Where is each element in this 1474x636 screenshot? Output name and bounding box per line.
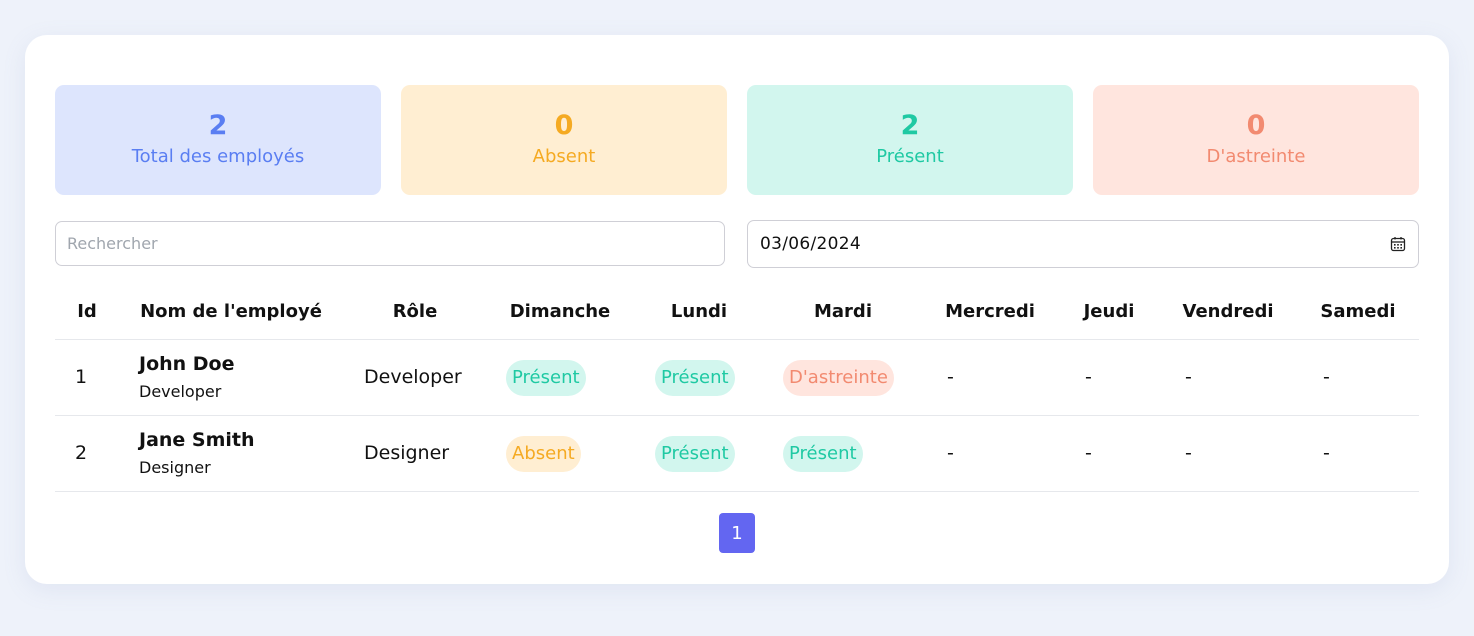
header-role: Rôle <box>392 301 438 322</box>
employee-name: Jane Smith <box>139 429 255 451</box>
attendance-card: 2 Total des employés 0 Absent 2 Présent … <box>25 35 1449 584</box>
stat-label: Absent <box>532 146 596 167</box>
header-wednesday: Mercredi <box>945 301 1035 322</box>
cell-day: - <box>1085 366 1092 388</box>
row-divider <box>55 491 1419 492</box>
cell-day: - <box>1185 442 1192 464</box>
search-input[interactable] <box>55 221 725 266</box>
cell-day: - <box>947 442 954 464</box>
status-badge: Présent <box>783 436 863 472</box>
stat-value: 2 <box>208 110 228 141</box>
stats-row: 2 Total des employés 0 Absent 2 Présent … <box>55 85 1419 195</box>
date-value: 03/06/2024 <box>760 234 861 254</box>
employee-subtitle: Designer <box>139 458 211 477</box>
header-thursday: Jeudi <box>1083 301 1135 322</box>
cell-role: Designer <box>364 442 450 464</box>
header-name: Nom de l'employé <box>140 301 322 322</box>
date-picker[interactable]: 03/06/2024 <box>747 220 1419 268</box>
header-friday: Vendredi <box>1182 301 1274 322</box>
status-badge: Présent <box>506 360 586 396</box>
row-divider <box>55 415 1419 416</box>
row-divider <box>55 339 1419 340</box>
stat-absent: 0 Absent <box>401 85 727 195</box>
stat-label: Total des employés <box>131 146 305 167</box>
status-badge: Présent <box>655 360 735 396</box>
cell-role: Developer <box>364 366 462 388</box>
employee-name: John Doe <box>139 353 235 375</box>
stat-present: 2 Présent <box>747 85 1073 195</box>
cell-id: 1 <box>75 366 88 388</box>
calendar-icon[interactable] <box>1390 236 1406 252</box>
stat-value: 2 <box>900 110 920 141</box>
employee-subtitle: Developer <box>139 382 222 401</box>
cell-day: - <box>947 366 954 388</box>
stat-value: 0 <box>554 110 574 141</box>
status-badge: D'astreinte <box>783 360 894 396</box>
header-id: Id <box>77 301 97 322</box>
cell-day: - <box>1323 366 1330 388</box>
stat-total-employees: 2 Total des employés <box>55 85 381 195</box>
header-sunday: Dimanche <box>509 301 611 322</box>
page-button-1[interactable]: 1 <box>719 513 755 553</box>
cell-day: - <box>1323 442 1330 464</box>
status-badge: Présent <box>655 436 735 472</box>
header-saturday: Samedi <box>1320 301 1396 322</box>
header-monday: Lundi <box>670 301 728 322</box>
stat-label: D'astreinte <box>1206 146 1306 167</box>
header-tuesday: Mardi <box>814 301 872 322</box>
stat-value: 0 <box>1246 110 1266 141</box>
cell-day: - <box>1085 442 1092 464</box>
status-badge: Absent <box>506 436 581 472</box>
cell-day: - <box>1185 366 1192 388</box>
cell-id: 2 <box>75 442 88 464</box>
stat-label: Présent <box>876 146 944 167</box>
stat-on-call: 0 D'astreinte <box>1093 85 1419 195</box>
